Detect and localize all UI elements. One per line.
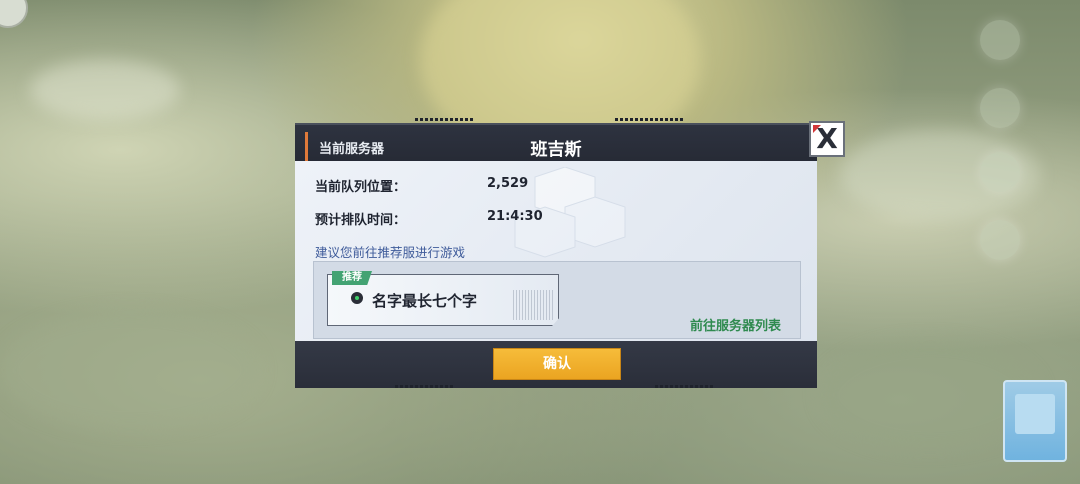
anchor-icon[interactable] [980, 20, 1020, 60]
confirm-button[interactable]: 确认 [493, 348, 621, 380]
dialog-header: 当前服务器 班吉斯 [295, 123, 817, 163]
figure-icon[interactable] [980, 220, 1020, 260]
server-title: 班吉斯 [530, 140, 582, 160]
settings-icon[interactable] [980, 88, 1020, 128]
close-corner-accent [813, 125, 821, 133]
top-left-menu-icon[interactable] [0, 0, 28, 28]
bottom-dash-decoration [395, 385, 455, 388]
queue-dialog: 当前服务器 班吉斯 X 当前队列位置： 2,529 预计排队时间： 21:4:3… [295, 118, 845, 388]
top-dash-decoration [615, 118, 685, 121]
recommend-badge: 推荐 [332, 271, 372, 285]
dialog-footer: 确认 [295, 341, 817, 388]
server-status-icon [351, 292, 363, 304]
shield-icon[interactable] [980, 152, 1020, 192]
event-card-icon[interactable] [1003, 380, 1067, 462]
wait-time-label: 预计排队时间： [315, 213, 407, 228]
wait-time-value: 21:4:30 [487, 209, 543, 224]
top-dash-decoration [415, 118, 475, 121]
dialog-body: 当前队列位置： 2,529 预计排队时间： 21:4:30 建议您前往推荐服进行… [295, 161, 817, 341]
goto-server-list-link[interactable]: 前往服务器列表 [690, 315, 781, 334]
card-stripe-decoration [513, 290, 553, 320]
queue-position-value: 2,529 [487, 176, 529, 191]
background-cloud [30, 60, 180, 120]
close-button[interactable]: X [809, 121, 845, 157]
suggestion-text: 建议您前往推荐服进行游戏 [315, 245, 466, 260]
queue-position-label: 当前队列位置： [315, 180, 407, 195]
recommended-server-name: 名字最长七个字 [372, 292, 478, 310]
bottom-dash-decoration [655, 385, 715, 388]
background-cloud [0, 310, 260, 430]
